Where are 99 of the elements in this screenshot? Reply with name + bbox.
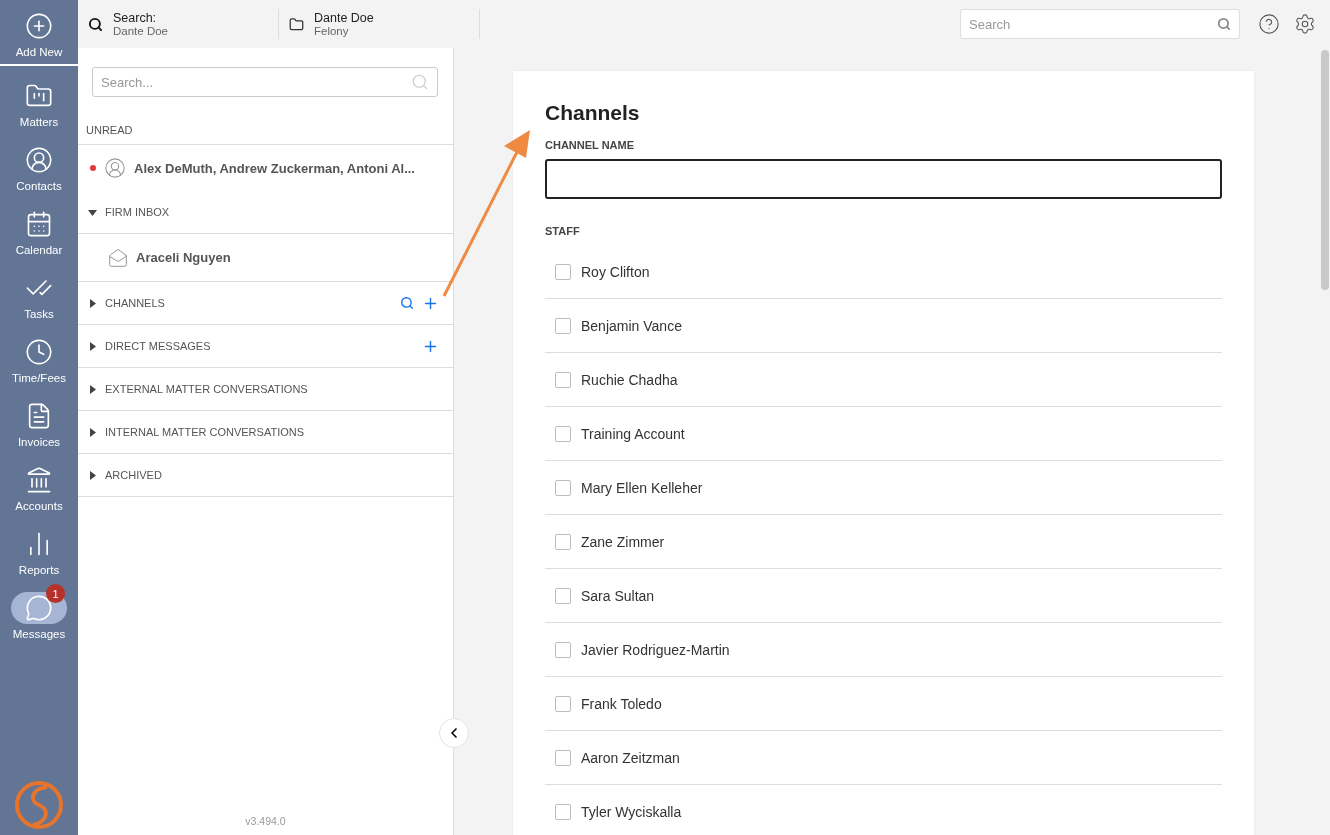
checkbox[interactable]: [555, 695, 571, 712]
staff-name: Aaron Zeitzman: [581, 749, 680, 766]
staff-option[interactable]: Ruchie Chadha: [545, 353, 1222, 407]
checkbox[interactable]: [555, 641, 571, 658]
conversation-item[interactable]: Araceli Nguyen: [78, 234, 453, 282]
inbox-icon: [108, 247, 128, 268]
search-icon: [1217, 17, 1231, 31]
staff-name: Training Account: [581, 425, 685, 442]
staff-option[interactable]: Sara Sultan: [545, 569, 1222, 623]
unread-badge: 1: [46, 584, 65, 603]
staff-name: Ruchie Chadha: [581, 371, 678, 388]
nav-label: Messages: [12, 628, 66, 640]
staff-option[interactable]: Roy Clifton: [545, 245, 1222, 299]
staff-name: Mary Ellen Kelleher: [581, 479, 703, 496]
expanded-caret-icon: [88, 207, 97, 217]
checkbox[interactable]: [555, 749, 571, 766]
checkbox[interactable]: [555, 425, 571, 442]
nav-label: Invoices: [17, 436, 61, 448]
logo-icon: [13, 779, 65, 831]
checkbox[interactable]: [555, 803, 571, 820]
breadcrumb-subtitle: Felony: [314, 25, 350, 37]
nav-item[interactable]: 1 Messages: [0, 582, 78, 646]
section-header[interactable]: CHANNELS: [78, 282, 453, 325]
staff-name: Benjamin Vance: [581, 317, 682, 334]
checkbox[interactable]: [555, 317, 571, 334]
nav-label: Matters: [19, 116, 59, 128]
nav-item[interactable]: Reports: [0, 518, 78, 582]
staff-name: Roy Clifton: [581, 263, 650, 280]
checkbox[interactable]: [555, 587, 571, 604]
conversation-search-field[interactable]: Search...: [92, 67, 438, 97]
section-header[interactable]: DIRECT MESSAGES: [78, 325, 453, 368]
section-header[interactable]: FIRM INBOX: [78, 191, 453, 234]
search-icon[interactable]: [400, 296, 414, 310]
section-header[interactable]: ARCHIVED: [78, 454, 453, 497]
staff-name: Zane Zimmer: [581, 533, 665, 550]
nav-label: Tasks: [24, 308, 54, 320]
nav-item[interactable]: Calendar: [0, 198, 78, 262]
section-header[interactable]: EXTERNAL MATTER CONVERSATIONS: [78, 368, 453, 411]
checkbox[interactable]: [555, 263, 571, 280]
collapsed-caret-icon: [88, 470, 97, 480]
nav-label: Add New: [15, 46, 63, 58]
speech-bubble-icon: [25, 594, 53, 622]
breadcrumb-subtitle: Dante Doe: [113, 25, 168, 37]
section-header[interactable]: INTERNAL MATTER CONVERSATIONS: [78, 411, 453, 454]
breadcrumb[interactable]: Search: Dante Doe: [78, 9, 279, 39]
channel-name-field[interactable]: [545, 159, 1222, 199]
nav-label: Calendar: [15, 244, 63, 256]
nav-item[interactable]: Invoices: [0, 390, 78, 454]
field-label: STAFF: [545, 225, 581, 237]
checkbox[interactable]: [555, 371, 571, 388]
collapsed-caret-icon: [88, 298, 97, 308]
staff-option[interactable]: Mary Ellen Kelleher: [545, 461, 1222, 515]
staff-option[interactable]: Zane Zimmer: [545, 515, 1222, 569]
collapsed-caret-icon: [88, 341, 97, 351]
nav-item[interactable]: Contacts: [0, 134, 78, 198]
nav-item[interactable]: Tasks: [0, 262, 78, 326]
contact-icon: [25, 146, 53, 174]
staff-name: Frank Toledo: [581, 695, 662, 712]
staff-name: Javier Rodriguez-Martin: [581, 641, 730, 658]
collapsed-caret-icon: [88, 427, 97, 437]
conversation-item[interactable]: Alex DeMuth, Andrew Zuckerman, Antoni Al...: [78, 145, 453, 191]
nav-label: Reports: [18, 564, 60, 576]
staff-option[interactable]: Aaron Zeitzman: [545, 731, 1222, 785]
collapse-button[interactable]: [439, 718, 469, 748]
nav-item[interactable]: Time/Fees: [0, 326, 78, 390]
global-search-field[interactable]: Search: [960, 9, 1240, 39]
clock-icon: [25, 338, 53, 366]
breadcrumb-title: Search:: [113, 11, 158, 25]
bank-icon: [25, 466, 53, 494]
avatar-icon: [104, 157, 126, 179]
nav-label: Accounts: [15, 500, 63, 512]
folder-icon: [289, 16, 304, 32]
checkbox[interactable]: [555, 479, 571, 496]
search-icon: [411, 73, 429, 91]
staff-option[interactable]: Frank Toledo: [545, 677, 1222, 731]
staff-option[interactable]: Training Account: [545, 407, 1222, 461]
collapsed-caret-icon: [88, 384, 97, 394]
help-icon[interactable]: [1258, 13, 1280, 35]
staff-option[interactable]: Javier Rodriguez-Martin: [545, 623, 1222, 677]
staff-option[interactable]: Benjamin Vance: [545, 299, 1222, 353]
version-label: v3.494.0: [244, 814, 287, 829]
nav-label: Time/Fees: [12, 372, 66, 384]
form-title: Channels: [545, 101, 641, 125]
staff-option[interactable]: Tyler Wyciskalla: [545, 785, 1222, 835]
search-icon: [88, 16, 103, 32]
scrollbar-thumb[interactable]: [1321, 50, 1329, 290]
staff-name: Tyler Wyciskalla: [581, 803, 682, 820]
nav-item[interactable]: Accounts: [0, 454, 78, 518]
add-icon: [25, 12, 53, 40]
section-label: UNREAD: [78, 116, 453, 145]
field-label: CHANNEL NAME: [545, 139, 636, 151]
breadcrumb[interactable]: Dante Doe Felony: [279, 9, 480, 39]
breadcrumb-title: Dante Doe: [314, 11, 374, 25]
staff-name: Sara Sultan: [581, 587, 655, 604]
checkbox[interactable]: [555, 533, 571, 550]
calendar-icon: [25, 210, 53, 238]
nav-item[interactable]: Matters: [0, 70, 78, 134]
nav-label: Contacts: [16, 180, 62, 192]
settings-icon[interactable]: [1294, 13, 1316, 35]
